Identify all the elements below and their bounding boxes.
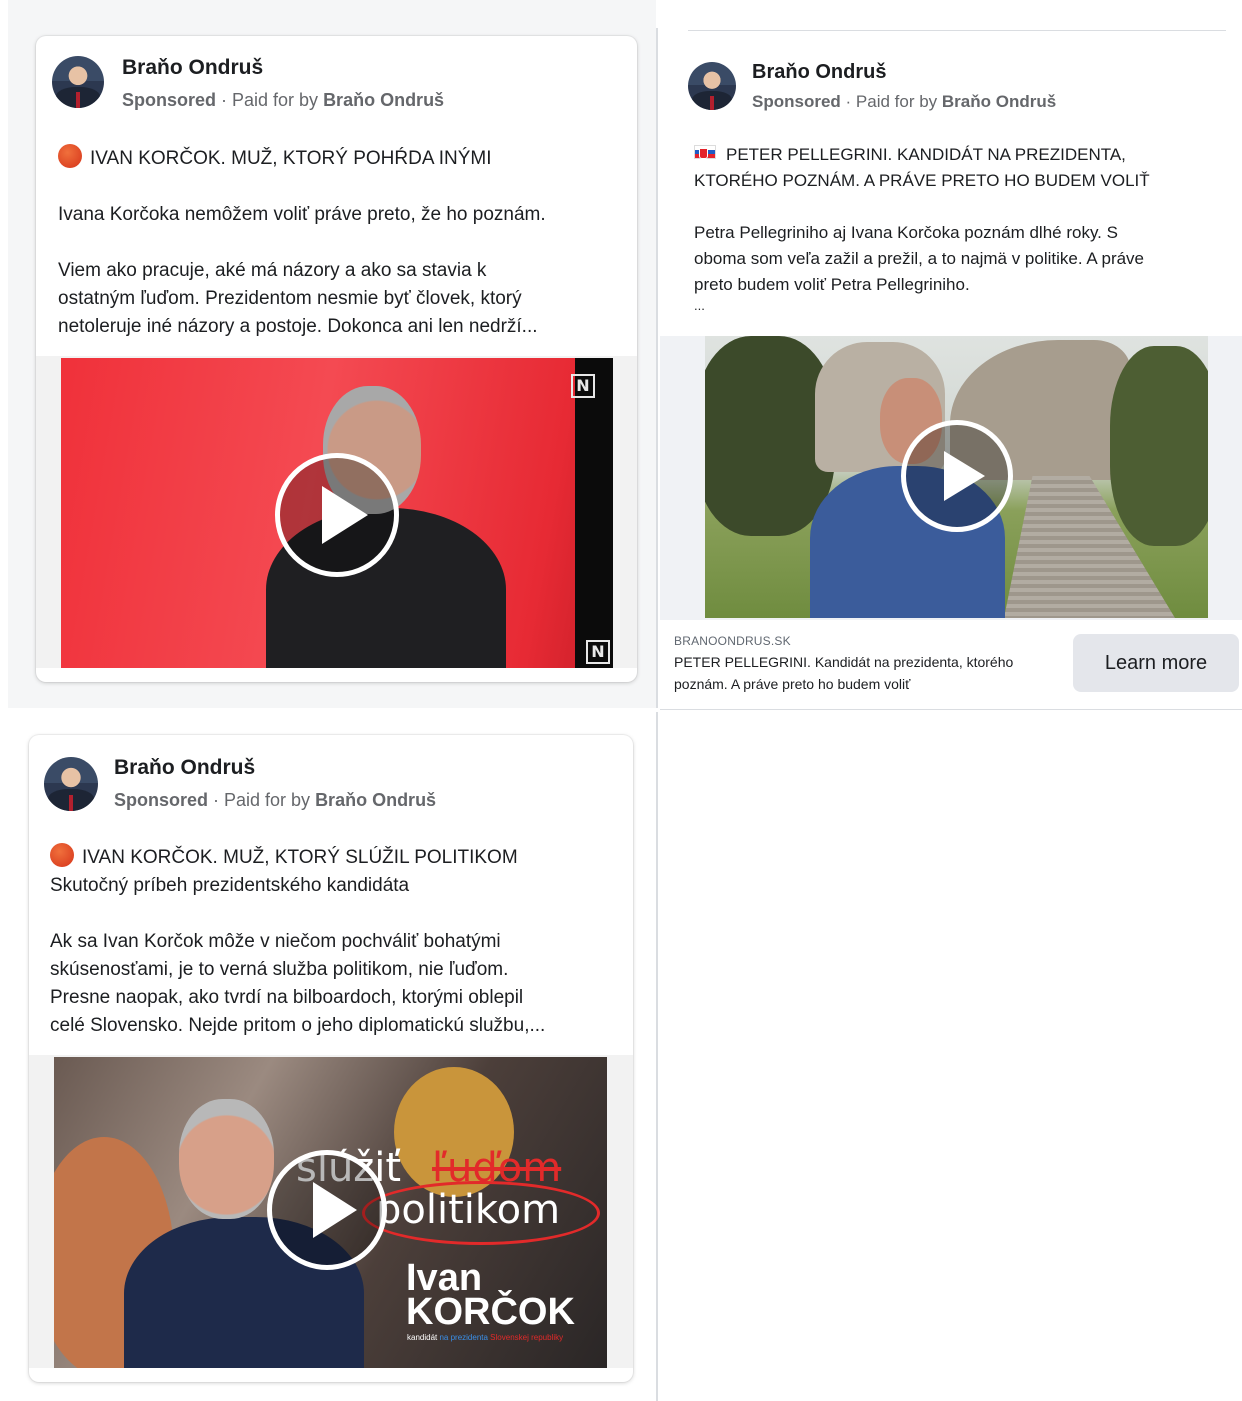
ad3-sponsored-line: Sponsored · Paid for by Braňo Ondruš xyxy=(114,790,436,811)
learn-more-button[interactable]: Learn more xyxy=(1073,634,1239,692)
ad3-post-text: IVAN KORČOK. MUŽ, KTORÝ SLÚŽIL POLITIKOM… xyxy=(50,843,620,1040)
ad2-see-more-ellipsis[interactable]: ... xyxy=(694,298,1234,314)
play-icon[interactable] xyxy=(901,420,1013,532)
ad1-headline: IVAN KORČOK. MUŽ, KTORÝ POHŔDA INÝMI xyxy=(58,144,623,173)
ad2-link-title: PETER PELLEGRINI. Kandidát na prezidenta… xyxy=(674,651,1074,695)
ad3-person-head xyxy=(179,1099,274,1219)
ad3-author-name[interactable]: Braňo Ondruš xyxy=(114,756,255,780)
ad1-paid-by: Braňo Ondruš xyxy=(323,90,444,110)
ad2-avatar[interactable] xyxy=(688,62,736,110)
ad2-paragraph-line-1: Petra Pellegriniho aj Ivana Korčoka pozn… xyxy=(694,220,1234,246)
ad2-panel: Braňo Ondruš Sponsored · Paid for by Bra… xyxy=(660,32,1242,710)
ad3-subheadline: Skutočný príbeh prezidentského kandidáta xyxy=(50,872,620,900)
ad2-tree-right xyxy=(1110,346,1208,546)
ad3-sponsored-label[interactable]: Sponsored xyxy=(114,790,208,810)
ad3-video-thumbnail[interactable]: slúžiť ľuďom politikom Ivan KORČOK kandi… xyxy=(54,1057,607,1368)
ad3-headline: IVAN KORČOK. MUŽ, KTORÝ SLÚŽIL POLITIKOM xyxy=(50,843,620,872)
ad1-paragraph-2-line-2: ostatným ľuďom. Prezidentom nesmie byť č… xyxy=(58,285,623,313)
ad1-dark-stripe xyxy=(575,358,613,668)
ad1-author-name[interactable]: Braňo Ondruš xyxy=(122,56,263,80)
ad3-paid-prefix: · Paid for by xyxy=(208,790,315,810)
ad1-watermark-top: N xyxy=(571,374,595,398)
ad2-sponsored-line: Sponsored · Paid for by Braňo Ondruš xyxy=(752,92,1056,112)
ad2-link-domain: BRANOONDRUS.SK xyxy=(674,634,791,648)
column-divider-top xyxy=(656,28,658,708)
column-divider-bottom xyxy=(656,712,658,1401)
play-icon[interactable] xyxy=(267,1150,387,1270)
ad1-sponsored-line: Sponsored · Paid for by Braňo Ondruš xyxy=(122,90,444,111)
play-icon[interactable] xyxy=(275,453,399,577)
ad2-post-text: PETER PELLEGRINI. KANDIDÁT NA PREZIDENTA… xyxy=(694,142,1234,314)
ad2-author-name[interactable]: Braňo Ondruš xyxy=(752,61,886,84)
stop-sign-icon xyxy=(50,843,74,867)
ad3-overlay-tagline: kandidát na prezidenta Slovenskej republ… xyxy=(407,1333,563,1342)
ad1-card: Braňo Ondruš Sponsored · Paid for by Bra… xyxy=(36,36,637,682)
ad2-paid-by: Braňo Ondruš xyxy=(942,92,1056,111)
ad3-paragraph-line-3: Presne naopak, ako tvrdí na bilboardoch,… xyxy=(50,984,620,1012)
ad1-video-thumbnail[interactable]: N N xyxy=(61,358,613,668)
ad3-paid-by: Braňo Ondruš xyxy=(315,790,436,810)
ad2-paid-prefix: · Paid for by xyxy=(841,92,942,111)
ad1-paragraph-2-line-3: netoleruje iné názory a postoje. Dokonca… xyxy=(58,313,623,341)
stop-sign-icon xyxy=(58,144,82,168)
ad2-top-border xyxy=(688,30,1226,31)
ad2-paragraph-line-3: preto budem voliť Petra Pellegriniho. xyxy=(694,272,1234,298)
ad1-post-text: IVAN KORČOK. MUŽ, KTORÝ POHŔDA INÝMI Iva… xyxy=(58,144,623,341)
ad1-paragraph-2-line-1: Viem ako pracuje, aké má názory a ako sa… xyxy=(58,257,623,285)
ad1-sponsored-label[interactable]: Sponsored xyxy=(122,90,216,110)
ad2-link-preview[interactable]: BRANOONDRUS.SK PETER PELLEGRINI. Kandidá… xyxy=(660,620,1242,708)
ad1-watermark-bottom: N xyxy=(586,640,610,664)
ad3-paragraph-line-2: skúsenosťami, je to verná služba politik… xyxy=(50,956,620,984)
ad2-headline-line-1: PETER PELLEGRINI. KANDIDÁT NA PREZIDENTA… xyxy=(694,142,1234,168)
ad1-avatar[interactable] xyxy=(52,56,104,108)
slovak-flag-icon xyxy=(694,145,716,159)
ad3-paragraph-line-4: celé Slovensko. Nejde pritom o jeho dipl… xyxy=(50,1012,620,1040)
ad3-card: Braňo Ondruš Sponsored · Paid for by Bra… xyxy=(29,735,633,1382)
ad2-sponsored-label[interactable]: Sponsored xyxy=(752,92,841,111)
ad1-paragraph-1: Ivana Korčoka nemôžem voliť práve preto,… xyxy=(58,201,623,229)
ad3-paragraph-line-1: Ak sa Ivan Korčok môže v niečom pochváli… xyxy=(50,928,620,956)
ad3-overlay-red-circle xyxy=(362,1181,600,1245)
ad2-paragraph-line-2: oboma som veľa zažil a prežil, a to najm… xyxy=(694,246,1234,272)
ad2-video-thumbnail[interactable] xyxy=(705,336,1208,618)
ad3-avatar[interactable] xyxy=(44,757,98,811)
ad3-overlay-name-last: KORČOK xyxy=(406,1291,575,1334)
ad2-headline-line-2: KTORÉHO POZNÁM. A PRÁVE PRETO HO BUDEM V… xyxy=(694,168,1234,194)
ad1-paid-prefix: · Paid for by xyxy=(216,90,323,110)
